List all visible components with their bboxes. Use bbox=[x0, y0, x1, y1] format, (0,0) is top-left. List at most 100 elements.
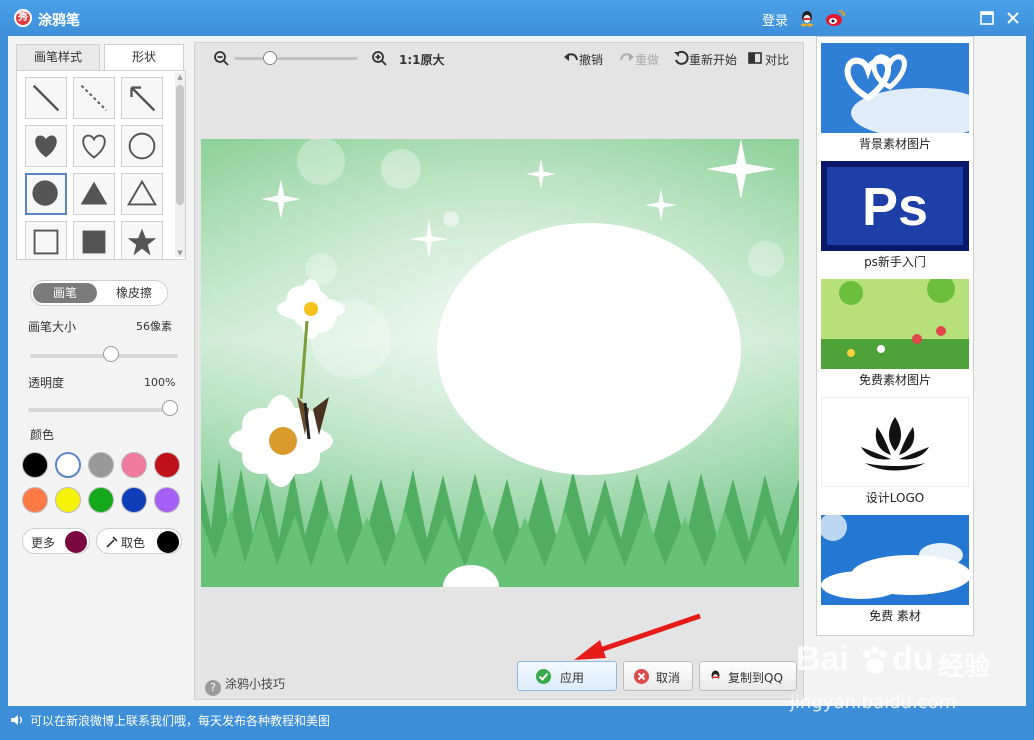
shape-grid: ▲ ▼ bbox=[16, 70, 186, 260]
arrow-icon bbox=[130, 86, 156, 112]
scroll-up-icon[interactable]: ▲ bbox=[176, 73, 184, 81]
zoom-slider[interactable] bbox=[235, 57, 357, 60]
watermark-url: jingyan.baidu.com bbox=[790, 692, 957, 713]
more-colors-label: 更多 bbox=[31, 536, 56, 550]
restart-button[interactable]: 重新开始 bbox=[689, 51, 737, 68]
more-colors-button[interactable]: 更多 bbox=[22, 528, 90, 554]
eyedropper-button[interactable]: 取色 bbox=[96, 528, 182, 554]
opacity-value: 100% bbox=[144, 376, 176, 389]
heart-cloud-image bbox=[821, 43, 969, 133]
color-swatch[interactable] bbox=[154, 452, 180, 478]
eyedropper-icon bbox=[106, 536, 118, 548]
shape-filled-circle[interactable] bbox=[25, 173, 67, 215]
weibo-icon[interactable] bbox=[825, 9, 845, 27]
shape-dashed-line[interactable] bbox=[73, 77, 115, 119]
color-swatch[interactable] bbox=[55, 487, 81, 513]
zoom-in-icon[interactable] bbox=[371, 50, 387, 66]
shape-outline-circle[interactable] bbox=[121, 125, 163, 167]
paw-icon bbox=[863, 646, 887, 674]
cancel-label: 取消 bbox=[656, 671, 681, 685]
checkmark-icon bbox=[536, 669, 551, 684]
scroll-thumb[interactable] bbox=[176, 85, 184, 205]
opacity-label: 透明度 bbox=[28, 376, 65, 390]
zoom-out-icon[interactable] bbox=[213, 50, 229, 66]
blue-sky-image bbox=[821, 515, 969, 605]
color-swatch[interactable] bbox=[22, 487, 48, 513]
tips-link[interactable]: ? 涂鸦小技巧 bbox=[205, 675, 285, 696]
compare-button[interactable]: 对比 bbox=[765, 51, 789, 68]
brush-size-label: 画笔大小 bbox=[28, 320, 77, 334]
photoshop-logo-image: Ps bbox=[821, 161, 969, 251]
tab-shape[interactable]: 形状 bbox=[104, 44, 184, 70]
color-swatch[interactable] bbox=[88, 452, 114, 478]
brush-mode-button[interactable]: 画笔 bbox=[33, 283, 97, 303]
outline-heart-icon bbox=[82, 134, 106, 159]
qq-small-icon bbox=[711, 670, 720, 681]
scroll-down-icon[interactable]: ▼ bbox=[176, 249, 184, 257]
color-swatch[interactable] bbox=[121, 487, 147, 513]
shape-arrow[interactable] bbox=[121, 77, 163, 119]
color-swatch[interactable] bbox=[22, 452, 48, 478]
zoom-actual-size[interactable]: 1:1原大 bbox=[399, 51, 445, 68]
red-arrow-annotation bbox=[574, 613, 701, 660]
shape-filled-square[interactable] bbox=[73, 221, 115, 259]
outline-triangle-icon bbox=[127, 179, 157, 206]
material-caption: 免费素材图片 bbox=[858, 373, 931, 387]
material-caption: ps新手入门 bbox=[864, 255, 926, 269]
ps-logo-text: Ps bbox=[862, 177, 928, 237]
color-swatch[interactable] bbox=[121, 452, 147, 478]
maximize-icon[interactable] bbox=[978, 9, 996, 27]
filled-square-icon bbox=[82, 230, 106, 254]
shape-star[interactable] bbox=[121, 221, 163, 259]
zoom-knob[interactable] bbox=[263, 51, 277, 65]
filled-triangle-icon bbox=[80, 181, 108, 205]
brush-size-value: 56像素 bbox=[136, 320, 172, 333]
redo-icon bbox=[620, 53, 634, 61]
shape-outline-square[interactable] bbox=[25, 221, 67, 259]
canvas-toolbar: 1:1原大 撤销 重做 重新开始 对比 bbox=[195, 43, 803, 73]
material-caption: 背景素材图片 bbox=[858, 137, 931, 151]
watermark-brand-cn: 经验 bbox=[938, 652, 991, 682]
redo-button[interactable]: 重做 bbox=[635, 51, 659, 68]
canvas-area: 1:1原大 撤销 重做 重新开始 对比 ? 涂鸦小技巧 应用 取消 复制到QQ bbox=[194, 42, 804, 700]
tab-brush-style[interactable]: 画笔样式 bbox=[16, 44, 100, 70]
drawn-oval-shape[interactable] bbox=[437, 223, 741, 475]
shape-filled-heart[interactable] bbox=[25, 125, 67, 167]
restart-icon bbox=[674, 50, 689, 65]
color-swatch[interactable] bbox=[88, 487, 114, 513]
shape-outline-triangle[interactable] bbox=[121, 173, 163, 215]
outline-square-icon bbox=[33, 229, 59, 255]
color-swatch[interactable] bbox=[154, 487, 180, 513]
tab-strip: 画笔样式 形状 bbox=[16, 42, 184, 70]
shape-outline-heart[interactable] bbox=[73, 125, 115, 167]
opacity-knob[interactable] bbox=[162, 400, 178, 416]
status-message[interactable]: 可以在新浪微博上联系我们哦，每天发布各种教程和美图 bbox=[30, 712, 330, 729]
main-window: 画笔样式 形状 ▲ ▼ 画笔 橡皮擦 画笔大小 56像素 透明度 100% 颜色… bbox=[8, 36, 1026, 706]
copy-to-qq-label: 复制到QQ bbox=[728, 671, 783, 685]
watermark-brand: Bai bbox=[796, 640, 849, 678]
more-color-dot bbox=[65, 531, 87, 553]
qq-icon[interactable] bbox=[798, 9, 816, 27]
copy-to-qq-button[interactable]: 复制到QQ bbox=[699, 661, 797, 691]
eyedropper-label: 取色 bbox=[121, 536, 146, 550]
cancel-icon bbox=[634, 669, 649, 684]
opacity-slider[interactable] bbox=[28, 408, 178, 412]
material-caption: 免费 素材 bbox=[869, 609, 921, 623]
picked-color-dot bbox=[157, 531, 179, 553]
shape-filled-triangle[interactable] bbox=[73, 173, 115, 215]
login-link[interactable]: 登录 bbox=[762, 10, 788, 29]
eraser-mode-button[interactable]: 橡皮擦 bbox=[103, 283, 165, 303]
title-bar: 秀 涂鸦笔 登录 bbox=[0, 0, 1034, 36]
star-icon bbox=[127, 228, 157, 256]
brush-size-knob[interactable] bbox=[102, 346, 119, 362]
canvas-image bbox=[201, 139, 799, 587]
shape-scrollbar[interactable]: ▲ ▼ bbox=[175, 73, 185, 257]
color-swatch[interactable] bbox=[55, 452, 81, 478]
lotus-logo-image bbox=[821, 397, 969, 487]
left-panel: 画笔样式 形状 ▲ ▼ 画笔 橡皮擦 画笔大小 56像素 透明度 100% 颜色… bbox=[16, 42, 192, 662]
close-icon[interactable] bbox=[1004, 9, 1022, 27]
shape-line[interactable] bbox=[25, 77, 67, 119]
filled-heart-icon bbox=[35, 135, 57, 158]
drawing-canvas[interactable] bbox=[201, 139, 799, 587]
undo-button[interactable]: 撤销 bbox=[579, 51, 603, 68]
